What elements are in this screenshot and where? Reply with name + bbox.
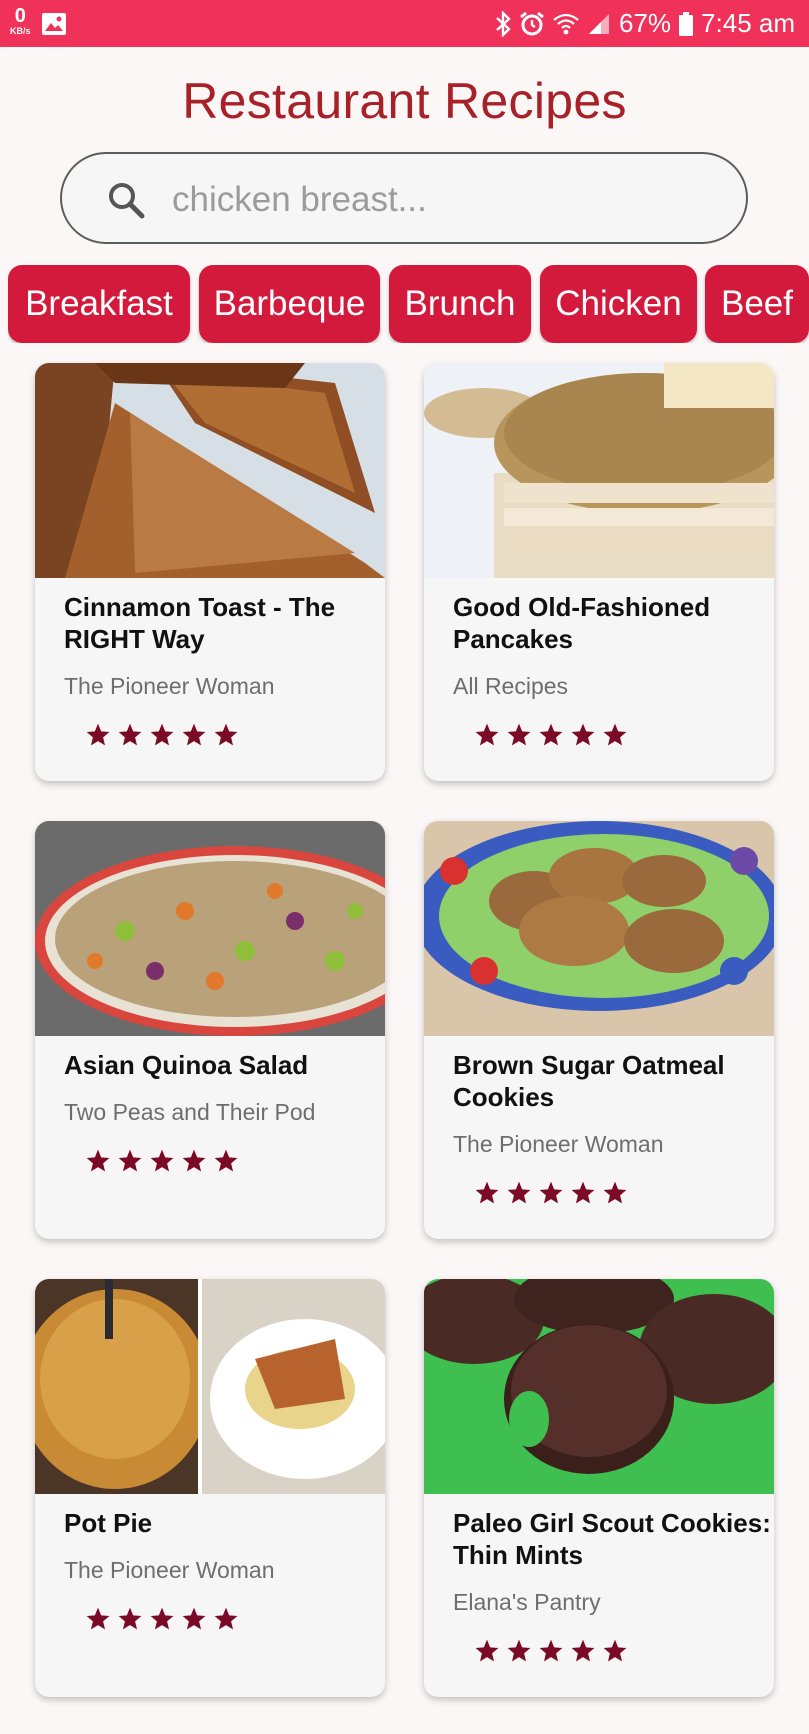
- recipe-title: Cinnamon Toast - The RIGHT Way: [64, 592, 336, 654]
- recipe-title: Pot Pie: [64, 1508, 153, 1538]
- bluetooth-icon: [496, 10, 511, 37]
- star-icon: [118, 723, 142, 746]
- recipe-card[interactable]: Asian Quinoa Salad Two Peas and Their Po…: [35, 821, 385, 1239]
- star-icon: [214, 723, 238, 746]
- pancakes-photo: [424, 363, 774, 578]
- star-icon: [507, 723, 531, 746]
- star-icon: [182, 1607, 206, 1630]
- star-icon: [150, 723, 174, 746]
- recipe-source: The Pioneer Woman: [64, 1557, 275, 1583]
- category-chip-brunch[interactable]: Brunch: [389, 265, 531, 343]
- recipe-source: Elana's Pantry: [453, 1589, 601, 1615]
- recipe-source: The Pioneer Woman: [453, 1131, 664, 1157]
- star-icon: [150, 1149, 174, 1172]
- star-rating: [474, 1638, 628, 1664]
- category-chip-beef[interactable]: Beef: [705, 265, 809, 343]
- star-icon: [571, 723, 595, 746]
- star-icon: [214, 1149, 238, 1172]
- star-rating: [85, 1148, 239, 1174]
- star-icon: [86, 1607, 110, 1630]
- recipe-source: The Pioneer Woman: [64, 673, 275, 699]
- star-icon: [475, 723, 499, 746]
- oatmeal-cookies-photo: [424, 821, 774, 1036]
- category-chip-breakfast[interactable]: Breakfast: [8, 265, 190, 343]
- star-icon: [507, 1181, 531, 1204]
- star-rating: [85, 722, 239, 748]
- star-icon: [539, 723, 563, 746]
- quinoa-salad-photo: [35, 821, 385, 1036]
- network-speed-unit: KB/s: [10, 26, 31, 36]
- search-icon: [109, 183, 145, 219]
- star-icon: [150, 1607, 174, 1630]
- star-icon: [86, 1149, 110, 1172]
- star-icon: [86, 723, 110, 746]
- recipe-card[interactable]: Pot Pie The Pioneer Woman: [35, 1279, 385, 1697]
- star-icon: [571, 1639, 595, 1662]
- star-icon: [118, 1149, 142, 1172]
- star-icon: [507, 1639, 531, 1662]
- star-rating: [85, 1606, 239, 1632]
- clock-time: 7:45 am: [701, 8, 795, 38]
- recipe-source: Two Peas and Their Pod: [64, 1099, 316, 1125]
- recipe-title: Brown Sugar Oatmeal Cookies: [453, 1050, 725, 1112]
- recipe-title: Paleo Girl Scout Cookies: Thin Mints: [453, 1508, 771, 1570]
- pot-pie-photo: [35, 1279, 385, 1494]
- cinnamon-toast-photo: [35, 363, 385, 578]
- star-icon: [475, 1181, 499, 1204]
- signal-icon: [589, 13, 609, 34]
- recipe-title: Asian Quinoa Salad: [64, 1050, 309, 1080]
- recipe-card[interactable]: Cinnamon Toast - The RIGHT Way The Pione…: [35, 363, 385, 781]
- category-chip-barbeque[interactable]: Barbeque: [199, 265, 380, 343]
- recipe-card[interactable]: Paleo Girl Scout Cookies: Thin Mints Ela…: [424, 1279, 774, 1697]
- alarm-icon: [520, 11, 544, 35]
- star-icon: [571, 1181, 595, 1204]
- battery-percentage: 67%: [619, 8, 672, 38]
- search-input[interactable]: [170, 176, 714, 224]
- search-bar[interactable]: [60, 152, 748, 244]
- star-rating: [474, 1180, 628, 1206]
- thin-mints-photo: [424, 1279, 774, 1494]
- image-notification-icon: [41, 13, 66, 35]
- app-title: Restaurant Recipes: [182, 73, 627, 129]
- star-icon: [118, 1607, 142, 1630]
- star-icon: [603, 1181, 627, 1204]
- star-icon: [182, 1149, 206, 1172]
- star-rating: [474, 722, 628, 748]
- star-icon: [214, 1607, 238, 1630]
- recipe-title: Good Old-Fashioned Pancakes: [453, 592, 711, 654]
- star-icon: [182, 723, 206, 746]
- network-speed-value: 0: [14, 5, 26, 27]
- star-icon: [539, 1181, 563, 1204]
- status-bar: 0 KB/s 67% 7:45 am: [0, 0, 809, 47]
- battery-icon: [679, 11, 694, 36]
- star-icon: [539, 1639, 563, 1662]
- star-icon: [603, 723, 627, 746]
- star-icon: [603, 1639, 627, 1662]
- category-chip-bar: Breakfast Barbeque Brunch Chicken Beef: [8, 265, 809, 343]
- recipe-card[interactable]: Brown Sugar Oatmeal Cookies The Pioneer …: [424, 821, 774, 1239]
- star-icon: [475, 1639, 499, 1662]
- recipe-card[interactable]: Good Old-Fashioned Pancakes All Recipes: [424, 363, 774, 781]
- recipe-source: All Recipes: [453, 673, 569, 699]
- network-speed: 0 KB/s: [10, 6, 31, 36]
- wifi-icon: [553, 13, 579, 34]
- category-chip-chicken[interactable]: Chicken: [540, 265, 697, 343]
